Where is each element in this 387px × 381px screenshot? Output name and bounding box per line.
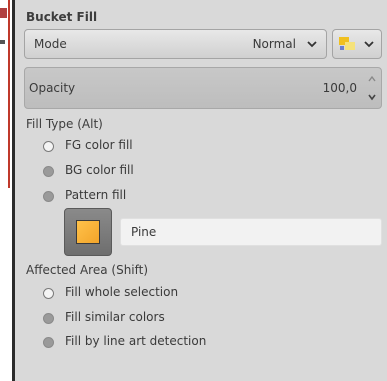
chevron-down-icon <box>364 41 374 48</box>
chevron-up-icon[interactable] <box>365 70 379 88</box>
pattern-name-field: Pine <box>120 218 382 246</box>
canvas-mark <box>0 40 5 44</box>
fill-type-label: Fill Type (Alt) <box>26 117 103 131</box>
radio-button[interactable] <box>43 313 54 324</box>
radio-button[interactable] <box>43 166 54 177</box>
canvas-mark <box>0 8 7 18</box>
radio-label: Pattern fill <box>65 188 127 202</box>
mode-dropdown[interactable]: Mode Normal <box>24 29 327 59</box>
affected-area-label: Affected Area (Shift) <box>26 263 149 277</box>
radio-button[interactable] <box>43 141 54 152</box>
app-window: Bucket Fill Mode Normal Opacity 100,0 Fi… <box>0 0 387 381</box>
pattern-select-button[interactable] <box>64 208 112 256</box>
radio-label: Fill whole selection <box>65 285 179 299</box>
opacity-value: 100,0 <box>322 81 357 95</box>
radio-button[interactable] <box>43 288 54 299</box>
radio-label: Fill by line art detection <box>65 334 207 348</box>
radio-label: FG color fill <box>65 138 133 152</box>
tool-options-panel: Bucket Fill Mode Normal Opacity 100,0 Fi… <box>15 0 387 381</box>
mode-label: Mode <box>34 37 67 51</box>
chevron-down-icon[interactable] <box>365 88 379 106</box>
mode-swatch-dropdown[interactable] <box>332 29 382 59</box>
pattern-preview <box>76 220 100 244</box>
opacity-spin-scale[interactable]: Opacity 100,0 <box>24 67 382 109</box>
radio-label: Fill similar colors <box>65 310 165 324</box>
mode-value: Normal <box>252 37 296 51</box>
radio-label: BG color fill <box>65 163 134 177</box>
canvas-boundary-line <box>8 0 10 188</box>
color-swatch-icon <box>339 37 355 50</box>
panel-title: Bucket Fill <box>26 10 98 24</box>
opacity-label: Opacity <box>29 81 76 95</box>
pattern-name: Pine <box>131 225 157 239</box>
canvas-edge <box>0 0 12 381</box>
chevron-down-icon <box>307 41 317 48</box>
radio-button[interactable] <box>43 337 54 348</box>
radio-button[interactable] <box>43 191 54 202</box>
